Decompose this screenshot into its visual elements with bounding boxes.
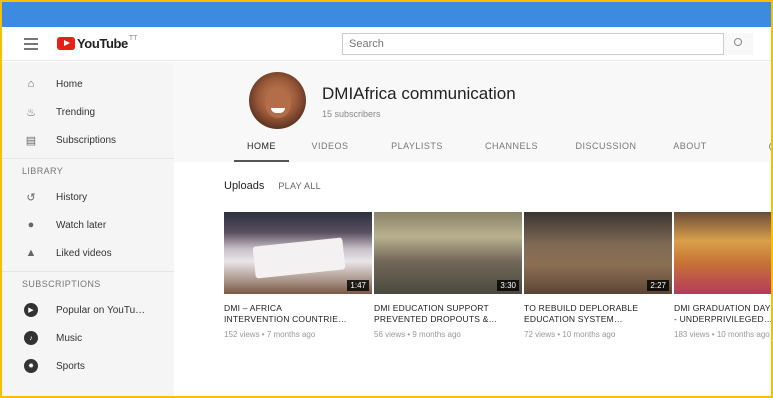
video-meta: 56 views • 9 months ago [374, 330, 461, 339]
home-icon: ⌂ [27, 78, 35, 90]
youtube-logo[interactable]: YouTube TT [57, 35, 138, 51]
music-icon: ♪ [24, 331, 38, 345]
channel-avatar[interactable] [249, 72, 306, 129]
history-icon: ↺ [26, 191, 36, 204]
top-strip [2, 2, 771, 27]
sidebar-item-popular[interactable]: ▶ Popular on YouTu… [2, 296, 174, 324]
video-shelf: 1:47 DMI – AFRICA INTERVENTION COUNTRIE…… [224, 212, 771, 339]
sidebar-item-sports[interactable]: ✸ Sports [2, 352, 174, 380]
tab-playlists[interactable]: PLAYLISTS [371, 137, 463, 162]
sidebar-item-label: Watch later [56, 219, 107, 231]
sidebar-item-label: Sports [56, 360, 85, 372]
sidebar-item-label: Subscriptions [56, 134, 117, 146]
video-card[interactable]: 2:27 TO REBUILD DEPLORABLE EDUCATION SYS… [524, 212, 672, 339]
video-title[interactable]: DMI GRADUATION DAY - UNDERPRIVILEGED… [674, 303, 771, 325]
sidebar: ⌂ Home ♨ Trending ▤ Subscriptions LIBRAR… [2, 62, 174, 396]
video-duration: 1:47 [347, 280, 369, 291]
video-card[interactable]: 1:47 DMI – AFRICA INTERVENTION COUNTRIE…… [224, 212, 372, 339]
search-box [342, 33, 753, 55]
channel-name: DMIAfrica communication [322, 84, 516, 103]
video-thumbnail[interactable]: 3:30 [374, 212, 522, 294]
video-duration: 2:27 [647, 280, 669, 291]
subscriber-count: 15 subscribers [322, 109, 381, 119]
channel-main: DMIAfrica communication 15 subscribers H… [174, 62, 771, 396]
video-card[interactable]: 3:30 DMI EDUCATION SUPPORT PREVENTED DRO… [374, 212, 522, 339]
video-duration: 3:30 [497, 280, 519, 291]
channel-header: DMIAfrica communication 15 subscribers H… [174, 62, 771, 162]
sidebar-item-label: History [56, 191, 88, 203]
window-frame: YouTube TT ⌂ Home ♨ Trending ▤ Subscript… [0, 0, 773, 398]
subscriptions-icon: ▤ [25, 134, 37, 147]
search-button[interactable] [723, 33, 753, 55]
tab-discussion[interactable]: DISCUSSION [560, 137, 652, 162]
sidebar-item-watch-later[interactable]: ● Watch later [2, 211, 174, 239]
masthead: YouTube TT [2, 27, 771, 61]
sidebar-item-music[interactable]: ♪ Music [2, 324, 174, 352]
tab-videos[interactable]: VIDEOS [289, 137, 371, 162]
video-meta: 72 views • 10 months ago [524, 330, 616, 339]
logo-country-code: TT [128, 35, 138, 42]
video-title[interactable]: DMI EDUCATION SUPPORT PREVENTED DROPOUTS… [374, 303, 522, 325]
sidebar-item-liked-videos[interactable]: ▲ Liked videos [2, 239, 174, 267]
thumbs-up-icon: ▲ [25, 247, 37, 259]
sidebar-item-history[interactable]: ↺ History [2, 183, 174, 211]
search-input[interactable] [343, 34, 713, 54]
sidebar-item-label: Liked videos [56, 247, 112, 259]
video-thumbnail[interactable]: 2:27 [524, 212, 672, 294]
video-card[interactable]: DMI GRADUATION DAY - UNDERPRIVILEGED… 18… [674, 212, 771, 339]
search-icon [734, 38, 742, 46]
logo-text: YouTube [77, 36, 128, 51]
tab-about[interactable]: ABOUT [652, 137, 728, 162]
sidebar-item-subscriptions[interactable]: ▤ Subscriptions [2, 126, 174, 154]
tab-channels[interactable]: CHANNELS [463, 137, 560, 162]
video-thumbnail[interactable]: 1:47 [224, 212, 372, 294]
library-heading: LIBRARY [2, 158, 174, 183]
uploads-header: Uploads PLAY ALL [224, 180, 321, 192]
sidebar-item-label: Music [56, 332, 83, 344]
channel-tabs: HOME VIDEOS PLAYLISTS CHANNELS DISCUSSIO… [234, 137, 728, 162]
sidebar-item-trending[interactable]: ♨ Trending [2, 98, 174, 126]
channel-search-icon[interactable] [769, 142, 771, 151]
subscriptions-heading: SUBSCRIPTIONS [2, 271, 174, 296]
popular-icon: ▶ [24, 303, 38, 317]
uploads-title[interactable]: Uploads [224, 180, 264, 192]
sports-icon: ✸ [24, 359, 38, 373]
video-title[interactable]: DMI – AFRICA INTERVENTION COUNTRIE… [224, 303, 372, 325]
video-meta: 183 views • 10 months ago [674, 330, 770, 339]
play-logo-icon [57, 37, 75, 50]
video-thumbnail[interactable] [674, 212, 771, 294]
video-title[interactable]: TO REBUILD DEPLORABLE EDUCATION SYSTEM… [524, 303, 672, 325]
sidebar-item-home[interactable]: ⌂ Home [2, 70, 174, 98]
flame-icon: ♨ [26, 106, 36, 119]
sidebar-item-label: Popular on YouTu… [56, 304, 146, 316]
tab-home[interactable]: HOME [234, 137, 289, 162]
sidebar-item-label: Trending [56, 106, 96, 118]
video-meta: 152 views • 7 months ago [224, 330, 316, 339]
menu-icon[interactable] [24, 38, 38, 50]
sidebar-item-label: Home [56, 78, 83, 90]
play-all-button[interactable]: PLAY ALL [278, 181, 321, 191]
clock-icon: ● [27, 219, 35, 231]
